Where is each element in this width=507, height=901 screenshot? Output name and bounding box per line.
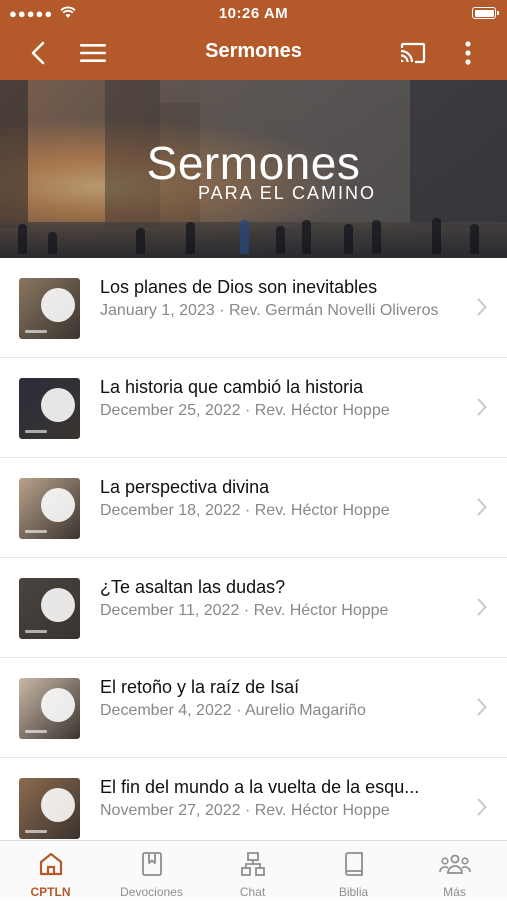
- sermon-date-speaker: December 4, 2022 · Aurelio Magariño: [100, 702, 366, 719]
- tab-label: Devociones: [120, 885, 183, 899]
- sermon-list: Los planes de Dios son inevitables Janua…: [0, 258, 507, 858]
- bookmark-book-icon: [141, 852, 162, 876]
- banner-subtitle: PARA EL CAMINO: [198, 183, 377, 203]
- battery-level: [474, 9, 494, 17]
- tab-chat[interactable]: Chat: [202, 841, 303, 901]
- thumbnail-logo: [25, 830, 47, 833]
- tab-biblia[interactable]: Biblia: [303, 841, 404, 901]
- pedestrian: [302, 220, 311, 254]
- chevron-right-icon: [477, 598, 487, 616]
- sermon-row[interactable]: La perspectiva divina December 18, 2022 …: [0, 458, 507, 558]
- banner-pedestrians: [0, 216, 507, 254]
- tab-label: Más: [443, 885, 466, 899]
- home-icon: [39, 852, 62, 876]
- thumbnail-title-circle: [41, 788, 75, 822]
- tab-label: Chat: [239, 885, 266, 899]
- org-chart-icon: [240, 852, 265, 876]
- sermon-title: ¿Te asaltan las dudas?: [100, 577, 286, 597]
- sermon-thumbnail: [19, 578, 80, 639]
- thumbnail-title-circle: [41, 488, 75, 522]
- pedestrian: [432, 218, 441, 254]
- sermon-thumbnail: [19, 478, 80, 539]
- sermon-row[interactable]: Los planes de Dios son inevitables Janua…: [0, 258, 507, 358]
- pedestrian: [240, 220, 249, 254]
- pedestrian: [372, 220, 381, 254]
- battery-icon: [472, 7, 499, 19]
- sermon-date-speaker: December 25, 2022 · Rev. Héctor Hoppe: [100, 402, 390, 419]
- sermon-row[interactable]: ¿Te asaltan las dudas? December 11, 2022…: [0, 558, 507, 658]
- tab-label: CPTLN: [30, 885, 71, 899]
- sermon-date-speaker: November 27, 2022 · Rev. Héctor Hoppe: [100, 802, 390, 819]
- sermon-title: El fin del mundo a la vuelta de la esqu.…: [100, 777, 420, 797]
- sermon-title: La perspectiva divina: [100, 477, 270, 497]
- thumbnail-title-circle: [41, 588, 75, 622]
- navigation-bar: Sermones: [0, 30, 507, 76]
- thumbnail-title-circle: [41, 288, 75, 322]
- sermon-title: Los planes de Dios son inevitables: [100, 277, 378, 297]
- sermon-title: La historia que cambió la historia: [100, 377, 364, 397]
- chevron-right-icon: [477, 298, 487, 316]
- cast-button[interactable]: [393, 34, 433, 72]
- sermon-date-speaker: December 18, 2022 · Rev. Héctor Hoppe: [100, 502, 390, 519]
- chevron-right-icon: [477, 498, 487, 516]
- pedestrian: [48, 232, 57, 254]
- sermon-thumbnail: [19, 278, 80, 339]
- sermon-date-speaker: December 11, 2022 · Rev. Héctor Hoppe: [100, 602, 389, 619]
- status-time: 10:26 AM: [218, 5, 289, 22]
- sermons-banner: Sermones PARA EL CAMINO: [0, 80, 507, 258]
- sermon-thumbnail: [19, 678, 80, 739]
- thumbnail-title-circle: [41, 688, 75, 722]
- thumbnail-logo: [25, 330, 47, 333]
- pedestrian: [470, 224, 479, 254]
- pedestrian: [186, 222, 195, 254]
- status-bar: ●●●●● 10:26 AM: [0, 0, 507, 28]
- chevron-right-icon: [477, 398, 487, 416]
- more-options-button[interactable]: [448, 34, 488, 72]
- thumbnail-logo: [25, 530, 47, 533]
- cast-icon: [400, 42, 426, 64]
- chevron-right-icon: [477, 698, 487, 716]
- thumbnail-logo: [25, 630, 47, 633]
- pedestrian: [18, 224, 27, 254]
- vertical-dots-icon: [465, 41, 471, 65]
- thumbnail-logo: [25, 730, 47, 733]
- chevron-right-icon: [477, 798, 487, 816]
- tab-mas[interactable]: Más: [404, 841, 505, 901]
- app-header: ●●●●● 10:26 AM Sermones: [0, 0, 507, 80]
- pedestrian: [276, 226, 285, 254]
- tab-bar: CPTLN Devociones Chat Biblia Más: [0, 840, 507, 900]
- tab-cptln[interactable]: CPTLN: [0, 841, 101, 901]
- thumbnail-title-circle: [41, 388, 75, 422]
- book-icon: [344, 852, 363, 876]
- sermon-row[interactable]: El retoño y la raíz de Isaí December 4, …: [0, 658, 507, 758]
- tab-label: Biblia: [338, 885, 369, 899]
- sermon-thumbnail: [19, 778, 80, 839]
- sermon-title: El retoño y la raíz de Isaí: [100, 677, 300, 697]
- pedestrian: [344, 224, 353, 254]
- sermon-date-speaker: January 1, 2023 · Rev. Germán Novelli Ol…: [100, 302, 439, 319]
- thumbnail-logo: [25, 430, 47, 433]
- tab-devociones[interactable]: Devociones: [101, 841, 202, 901]
- people-group-icon: [438, 854, 471, 874]
- banner-title: Sermones: [146, 137, 361, 189]
- pedestrian: [136, 228, 145, 254]
- sermon-thumbnail: [19, 378, 80, 439]
- sermon-row[interactable]: La historia que cambió la historia Decem…: [0, 358, 507, 458]
